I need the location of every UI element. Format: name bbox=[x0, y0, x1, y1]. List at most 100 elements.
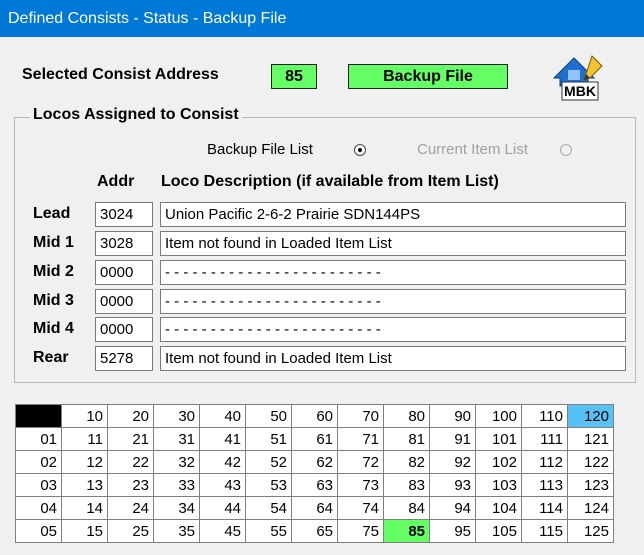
grid-cell-123[interactable]: 123 bbox=[567, 473, 614, 497]
mid3-addr-field[interactable]: 0000 bbox=[95, 289, 153, 314]
logo-text: MBK bbox=[564, 83, 596, 99]
grid-cell-105[interactable]: 105 bbox=[475, 519, 522, 543]
mbk-logo-icon: MBK bbox=[548, 52, 608, 102]
grid-cell-73[interactable]: 73 bbox=[337, 473, 384, 497]
mid4-desc-field[interactable]: - - - - - - - - - - - - - - - - - - - - … bbox=[160, 317, 626, 342]
grid-cell-95[interactable]: 95 bbox=[429, 519, 476, 543]
grid-cell-113[interactable]: 113 bbox=[521, 473, 568, 497]
row-label-mid4: Mid 4 bbox=[33, 320, 74, 337]
grid-cell-40[interactable]: 40 bbox=[199, 404, 246, 428]
grid-cell-51[interactable]: 51 bbox=[245, 427, 292, 451]
grid-cell-70[interactable]: 70 bbox=[337, 404, 384, 428]
grid-cell-72[interactable]: 72 bbox=[337, 450, 384, 474]
grid-cell-22[interactable]: 22 bbox=[107, 450, 154, 474]
grid-cell-62[interactable]: 62 bbox=[291, 450, 338, 474]
grid-cell-13[interactable]: 13 bbox=[61, 473, 108, 497]
grid-cell-45[interactable]: 45 bbox=[199, 519, 246, 543]
grid-cell-03[interactable]: 03 bbox=[15, 473, 62, 497]
grid-cell-35[interactable]: 35 bbox=[153, 519, 200, 543]
grid-cell-25[interactable]: 25 bbox=[107, 519, 154, 543]
grid-cell-23[interactable]: 23 bbox=[107, 473, 154, 497]
grid-cell-101[interactable]: 101 bbox=[475, 427, 522, 451]
grid-cell-24[interactable]: 24 bbox=[107, 496, 154, 520]
grid-cell-111[interactable]: 111 bbox=[521, 427, 568, 451]
row-label-mid2: Mid 2 bbox=[33, 263, 74, 280]
grid-cell-31[interactable]: 31 bbox=[153, 427, 200, 451]
grid-cell-94[interactable]: 94 bbox=[429, 496, 476, 520]
grid-cell-05[interactable]: 05 bbox=[15, 519, 62, 543]
mid2-desc-field[interactable]: - - - - - - - - - - - - - - - - - - - - … bbox=[160, 260, 626, 285]
grid-cell-121[interactable]: 121 bbox=[567, 427, 614, 451]
grid-cell-11[interactable]: 11 bbox=[61, 427, 108, 451]
grid-cell-114[interactable]: 114 bbox=[521, 496, 568, 520]
grid-cell-10[interactable]: 10 bbox=[61, 404, 108, 428]
grid-row: 05 15 25 35 45 55 65 75 85 95 105 115 125 bbox=[15, 519, 614, 543]
grid-cell-44[interactable]: 44 bbox=[199, 496, 246, 520]
window-title-bar[interactable]: Defined Consists - Status - Backup File bbox=[0, 0, 644, 37]
grid-cell-64[interactable]: 64 bbox=[291, 496, 338, 520]
mid2-addr-field[interactable]: 0000 bbox=[95, 260, 153, 285]
grid-cell-42[interactable]: 42 bbox=[199, 450, 246, 474]
grid-cell-93[interactable]: 93 bbox=[429, 473, 476, 497]
grid-cell-61[interactable]: 61 bbox=[291, 427, 338, 451]
consist-address-grid: 10 20 30 40 50 60 70 80 90 100 110 120 01 11 21 31 41 51 6… bbox=[15, 404, 614, 543]
rear-addr-field[interactable]: 5278 bbox=[95, 346, 153, 371]
grid-cell-90[interactable]: 90 bbox=[429, 404, 476, 428]
grid-cell-100[interactable]: 100 bbox=[475, 404, 522, 428]
grid-cell-53[interactable]: 53 bbox=[245, 473, 292, 497]
grid-cell-55[interactable]: 55 bbox=[245, 519, 292, 543]
grid-cell-85[interactable]: 85 bbox=[383, 519, 430, 543]
grid-cell-83[interactable]: 83 bbox=[383, 473, 430, 497]
grid-cell-01[interactable]: 01 bbox=[15, 427, 62, 451]
grid-cell-75[interactable]: 75 bbox=[337, 519, 384, 543]
grid-cell-104[interactable]: 104 bbox=[475, 496, 522, 520]
grid-cell-120[interactable]: 120 bbox=[567, 404, 614, 428]
grid-cell-110[interactable]: 110 bbox=[521, 404, 568, 428]
mid3-desc-field[interactable]: - - - - - - - - - - - - - - - - - - - - … bbox=[160, 289, 626, 314]
grid-cell-15[interactable]: 15 bbox=[61, 519, 108, 543]
grid-cell-74[interactable]: 74 bbox=[337, 496, 384, 520]
grid-cell-103[interactable]: 103 bbox=[475, 473, 522, 497]
grid-cell-34[interactable]: 34 bbox=[153, 496, 200, 520]
grid-cell-14[interactable]: 14 bbox=[61, 496, 108, 520]
grid-cell-32[interactable]: 32 bbox=[153, 450, 200, 474]
grid-cell-60[interactable]: 60 bbox=[291, 404, 338, 428]
grid-cell-43[interactable]: 43 bbox=[199, 473, 246, 497]
radio-backup-file-list[interactable] bbox=[354, 144, 366, 156]
mid4-addr-field[interactable]: 0000 bbox=[95, 317, 153, 342]
grid-cell-20[interactable]: 20 bbox=[107, 404, 154, 428]
grid-cell-12[interactable]: 12 bbox=[61, 450, 108, 474]
grid-cell-112[interactable]: 112 bbox=[521, 450, 568, 474]
rear-desc-field[interactable]: Item not found in Loaded Item List bbox=[160, 346, 626, 371]
grid-cell-63[interactable]: 63 bbox=[291, 473, 338, 497]
grid-cell-41[interactable]: 41 bbox=[199, 427, 246, 451]
grid-cell-50[interactable]: 50 bbox=[245, 404, 292, 428]
grid-cell-122[interactable]: 122 bbox=[567, 450, 614, 474]
grid-cell-65[interactable]: 65 bbox=[291, 519, 338, 543]
mid1-desc-field[interactable]: Item not found in Loaded Item List bbox=[160, 231, 626, 256]
grid-cell-30[interactable]: 30 bbox=[153, 404, 200, 428]
lead-addr-field[interactable]: 3024 bbox=[95, 202, 153, 227]
grid-cell-52[interactable]: 52 bbox=[245, 450, 292, 474]
grid-row: 04 14 24 34 44 54 64 74 84 94 104 114 124 bbox=[15, 496, 614, 520]
mid1-addr-field[interactable]: 3028 bbox=[95, 231, 153, 256]
grid-cell-92[interactable]: 92 bbox=[429, 450, 476, 474]
radio-backup-label[interactable]: Backup File List bbox=[207, 141, 313, 158]
grid-cell-04[interactable]: 04 bbox=[15, 496, 62, 520]
grid-cell-124[interactable]: 124 bbox=[567, 496, 614, 520]
grid-cell-115[interactable]: 115 bbox=[521, 519, 568, 543]
grid-cell-84[interactable]: 84 bbox=[383, 496, 430, 520]
grid-cell-102[interactable]: 102 bbox=[475, 450, 522, 474]
grid-cell-81[interactable]: 81 bbox=[383, 427, 430, 451]
grid-cell-80[interactable]: 80 bbox=[383, 404, 430, 428]
grid-cell-21[interactable]: 21 bbox=[107, 427, 154, 451]
grid-cell-54[interactable]: 54 bbox=[245, 496, 292, 520]
grid-cell-125[interactable]: 125 bbox=[567, 519, 614, 543]
grid-cell-02[interactable]: 02 bbox=[15, 450, 62, 474]
grid-cell-82[interactable]: 82 bbox=[383, 450, 430, 474]
grid-row: 01 11 21 31 41 51 61 71 81 91 101 111 121 bbox=[15, 427, 614, 451]
grid-cell-33[interactable]: 33 bbox=[153, 473, 200, 497]
grid-cell-91[interactable]: 91 bbox=[429, 427, 476, 451]
lead-desc-field[interactable]: Union Pacific 2-6-2 Prairie SDN144PS bbox=[160, 202, 626, 227]
grid-cell-71[interactable]: 71 bbox=[337, 427, 384, 451]
